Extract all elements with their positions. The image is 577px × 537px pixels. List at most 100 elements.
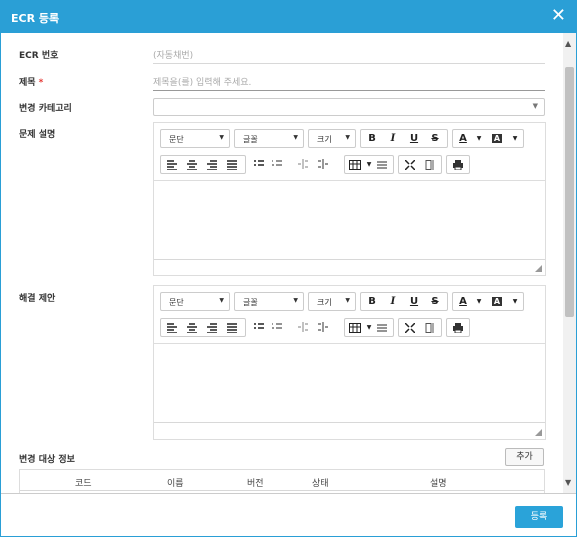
paragraph-dropdown[interactable]: 문단 ▼ — [160, 292, 230, 311]
scroll-down-icon[interactable]: ▼ — [565, 478, 571, 487]
solution-editor-textarea[interactable] — [154, 344, 545, 422]
table-header-divider — [20, 490, 544, 491]
horizontal-rule-icon[interactable] — [377, 160, 387, 170]
bullet-list-icon[interactable] — [254, 159, 264, 169]
targets-label: 변경 대상 정보 — [19, 455, 75, 465]
dialog-footer: 등록 — [1, 493, 576, 536]
paragraph-dropdown-label: 문단 — [169, 298, 184, 307]
align-justify-icon[interactable] — [227, 323, 237, 333]
category-select[interactable]: ▼ — [153, 98, 545, 116]
numbered-list-icon[interactable] — [272, 159, 282, 169]
solution-editor: 문단 ▼ 글꼴 ▼ 크기 ▼ B I U S A ▼ A ▼ ▼ — [153, 285, 546, 440]
list-group — [250, 155, 290, 174]
align-left-icon[interactable] — [167, 160, 177, 170]
resize-handle-icon[interactable] — [535, 429, 542, 436]
register-button[interactable]: 등록 — [515, 506, 563, 528]
problem-editor: 문단 ▼ 글꼴 ▼ 크기 ▼ B I U S A ▼ A ▼ ▼ — [153, 122, 546, 276]
align-center-icon[interactable] — [187, 160, 197, 170]
title-label: 제목 * — [19, 75, 43, 88]
problem-editor-toolbar: 문단 ▼ 글꼴 ▼ 크기 ▼ B I U S A ▼ A ▼ ▼ — [154, 123, 545, 181]
title-input[interactable]: 제목을(를) 입력해 주세요. — [153, 75, 251, 88]
print-icon[interactable] — [453, 160, 463, 170]
text-style-group: B I U S — [360, 129, 448, 148]
strike-button[interactable]: S — [427, 296, 443, 308]
font-dropdown[interactable]: 글꼴 ▼ — [234, 129, 304, 148]
caret-icon: ▼ — [219, 134, 224, 141]
size-dropdown[interactable]: 크기 ▼ — [308, 129, 356, 148]
caret-icon[interactable]: ▼ — [361, 322, 377, 334]
caret-icon: ▼ — [219, 297, 224, 304]
resize-handle-icon[interactable] — [535, 265, 542, 272]
list-group — [250, 318, 290, 337]
bg-color-button[interactable]: A — [489, 133, 505, 145]
size-dropdown-label: 크기 — [317, 135, 332, 144]
category-label: 변경 카테고리 — [19, 104, 72, 114]
horizontal-rule-icon[interactable] — [377, 323, 387, 333]
indent-group — [294, 318, 336, 337]
dialog-body: ECR 번호 (자동채번) 제목 * 제목을(를) 입력해 주세요. 변경 카테고… — [1, 33, 563, 493]
caret-icon[interactable]: ▼ — [471, 296, 487, 308]
font-color-button[interactable]: A — [455, 133, 471, 145]
table-icon[interactable] — [349, 323, 361, 333]
bullet-list-icon[interactable] — [254, 322, 264, 332]
vertical-scrollbar[interactable]: ▲ ▼ — [563, 33, 576, 493]
column-header-name: 이름 — [167, 479, 184, 489]
caret-icon: ▼ — [293, 297, 298, 304]
italic-button[interactable]: I — [385, 133, 401, 145]
code-view-icon[interactable] — [425, 160, 435, 170]
align-right-icon[interactable] — [207, 323, 217, 333]
code-view-icon[interactable] — [425, 323, 435, 333]
underline-button[interactable]: U — [406, 296, 422, 308]
caret-icon: ▼ — [293, 134, 298, 141]
align-group — [160, 155, 246, 174]
align-left-icon[interactable] — [167, 323, 177, 333]
fullscreen-icon[interactable] — [405, 323, 415, 333]
required-marker: * — [38, 78, 44, 88]
bg-color-button[interactable]: A — [489, 296, 505, 308]
fullscreen-icon[interactable] — [405, 160, 415, 170]
bg-color-label: A — [491, 297, 503, 306]
font-dropdown[interactable]: 글꼴 ▼ — [234, 292, 304, 311]
bold-button[interactable]: B — [364, 133, 380, 145]
table-group: ▼ — [344, 155, 394, 174]
align-right-icon[interactable] — [207, 160, 217, 170]
close-icon[interactable]: ✕ — [551, 6, 566, 26]
view-group — [398, 318, 442, 337]
color-group: A ▼ A ▼ — [452, 292, 524, 311]
scroll-up-icon[interactable]: ▲ — [565, 39, 571, 48]
outdent-icon[interactable] — [298, 159, 308, 169]
ecr-number-value: (자동채번) — [153, 51, 194, 61]
problem-editor-status-divider — [154, 259, 545, 260]
indent-icon[interactable] — [318, 322, 328, 332]
print-group — [446, 318, 470, 337]
align-justify-icon[interactable] — [227, 160, 237, 170]
paragraph-dropdown[interactable]: 문단 ▼ — [160, 129, 230, 148]
align-group — [160, 318, 246, 337]
paragraph-dropdown-label: 문단 — [169, 135, 184, 144]
table-icon[interactable] — [349, 160, 361, 170]
problem-editor-textarea[interactable] — [154, 181, 545, 259]
scrollbar-thumb[interactable] — [565, 67, 574, 317]
font-color-button[interactable]: A — [455, 296, 471, 308]
add-target-button[interactable]: 추가 — [505, 448, 544, 466]
italic-button[interactable]: I — [385, 296, 401, 308]
print-icon[interactable] — [453, 323, 463, 333]
underline-button[interactable]: U — [406, 133, 422, 145]
outdent-icon[interactable] — [298, 322, 308, 332]
column-header-description: 설명 — [430, 479, 447, 489]
caret-icon[interactable]: ▼ — [507, 133, 523, 145]
solution-editor-toolbar: 문단 ▼ 글꼴 ▼ 크기 ▼ B I U S A ▼ A ▼ ▼ — [154, 286, 545, 344]
align-center-icon[interactable] — [187, 323, 197, 333]
chevron-down-icon: ▼ — [532, 102, 538, 110]
size-dropdown[interactable]: 크기 ▼ — [308, 292, 356, 311]
title-label-text: 제목 — [19, 78, 36, 88]
indent-icon[interactable] — [318, 159, 328, 169]
color-group: A ▼ A ▼ — [452, 129, 524, 148]
strike-button[interactable]: S — [427, 133, 443, 145]
column-header-version: 버전 — [247, 479, 264, 489]
caret-icon[interactable]: ▼ — [471, 133, 487, 145]
caret-icon[interactable]: ▼ — [361, 159, 377, 171]
caret-icon[interactable]: ▼ — [507, 296, 523, 308]
numbered-list-icon[interactable] — [272, 322, 282, 332]
bold-button[interactable]: B — [364, 296, 380, 308]
